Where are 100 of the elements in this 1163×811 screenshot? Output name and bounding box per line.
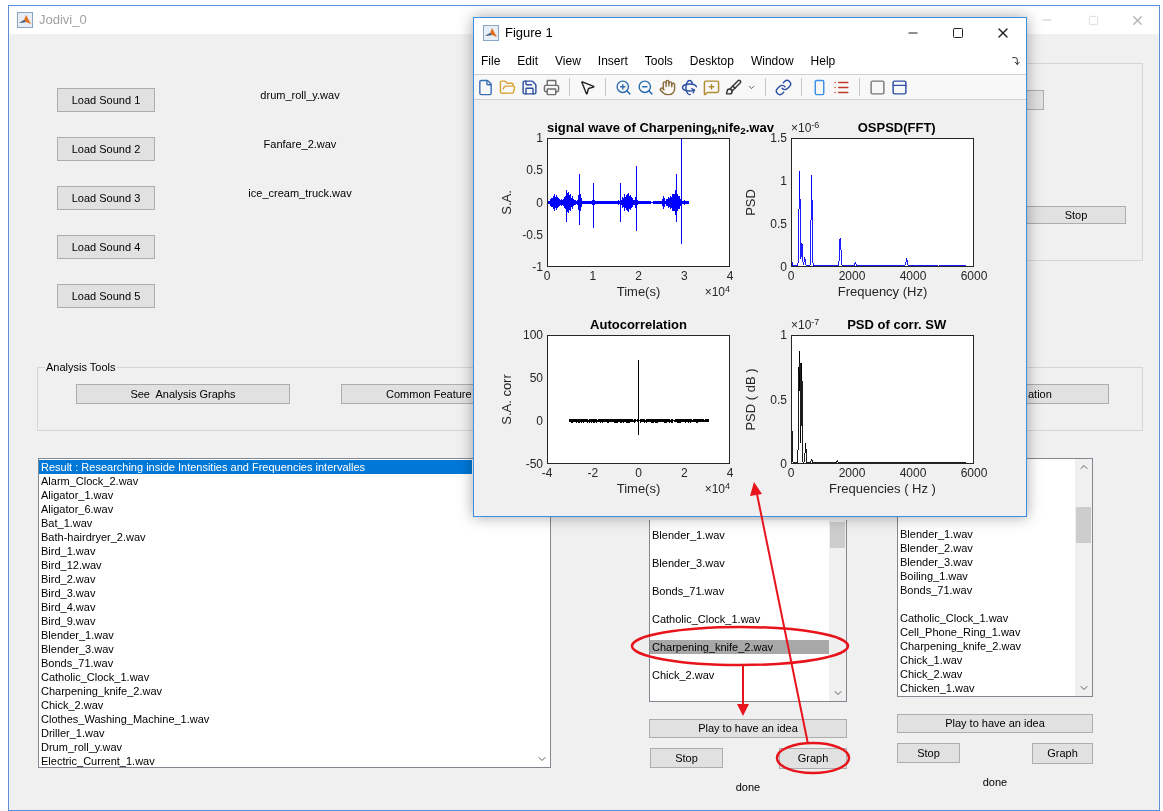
rotate-icon[interactable]	[681, 78, 698, 96]
menu-item[interactable]: Insert	[597, 52, 628, 70]
list-item[interactable]: Blender_3.wav	[650, 556, 829, 570]
list-item[interactable]: Aligator_1.wav	[39, 488, 472, 502]
list-item[interactable]: Electric_Current_1.wav	[39, 754, 472, 768]
data-tip-icon[interactable]	[703, 78, 720, 96]
tool-button[interactable]: Common Feature	[341, 384, 474, 404]
list-item[interactable]: Bird_2.wav	[39, 572, 472, 586]
list-item[interactable]: Drum_roll_y.wav	[39, 740, 472, 754]
scrollbar[interactable]	[829, 520, 846, 701]
list-item[interactable]: Blender_3.wav	[39, 642, 472, 656]
list-item[interactable]: Charpening_knife_2.wav	[650, 640, 829, 654]
list-item[interactable]: Charpening_knife_2.wav	[898, 639, 1075, 653]
link-icon[interactable]	[775, 78, 792, 96]
zoom-out-icon[interactable]	[637, 78, 654, 96]
list-item[interactable]: Blender_1.wav	[39, 628, 472, 642]
app-logo-icon	[483, 25, 499, 41]
panel-icon[interactable]	[891, 78, 908, 96]
tick-label: 0	[634, 466, 643, 480]
menu-item[interactable]: File	[481, 52, 501, 70]
axis-label: PSD	[742, 189, 758, 216]
load-button[interactable]: Load Sound 4	[57, 235, 155, 259]
tick-label: 3	[679, 269, 689, 283]
list-item[interactable]: Driller_1.wav	[39, 726, 472, 740]
list-box[interactable]	[38, 458, 551, 768]
graph-button[interactable]: Graph	[1032, 743, 1093, 764]
axis-exponent: ×10$^{4}$	[704, 285, 730, 299]
graph-button[interactable]: Graph	[779, 748, 847, 769]
menu-item[interactable]: Edit	[517, 52, 539, 70]
tick-label: -1	[532, 260, 543, 274]
tick-label: 2	[679, 466, 689, 480]
stop-button[interactable]: Stop	[650, 748, 723, 768]
list-item[interactable]: Blender_2.wav	[898, 541, 1075, 555]
list-item[interactable]: Bird_3.wav	[39, 586, 472, 600]
pointer-icon[interactable]	[579, 78, 596, 96]
list-item[interactable]: Bonds_71.wav	[650, 584, 829, 598]
window-title: Jodivi_0	[39, 11, 87, 30]
list-item[interactable]: Catholic_Clock_1.wav	[39, 670, 472, 684]
list-item[interactable]: Catholic_Clock_1.wav	[650, 612, 829, 626]
list-item[interactable]: Bath-hairdryer_2.wav	[39, 530, 472, 544]
list-item[interactable]: Charpening_knife_2.wav	[39, 684, 472, 698]
hand-icon[interactable]	[659, 78, 676, 96]
play-button[interactable]: Play to have an idea	[897, 714, 1093, 733]
save-icon[interactable]	[521, 78, 538, 96]
new-file-icon[interactable]	[477, 78, 494, 96]
axis-exponent: ×10$^{-7}$	[791, 318, 820, 332]
list-item[interactable]: Chick_1.wav	[898, 653, 1075, 667]
zoom-in-icon[interactable]	[615, 78, 632, 96]
scrollbar[interactable]	[1075, 459, 1092, 696]
list-item[interactable]: Bird_4.wav	[39, 600, 472, 614]
menu-item[interactable]: Help	[810, 52, 836, 70]
load-button[interactable]: Load Sound 3	[57, 186, 155, 210]
list-item[interactable]: Bat_1.wav	[39, 516, 472, 530]
list-item[interactable]: Bonds_71.wav	[898, 583, 1075, 597]
list-item[interactable]: Blender_3.wav	[898, 555, 1075, 569]
plot-title: OSPSD(FFT)	[857, 120, 936, 135]
list-item[interactable]: Blender_1.wav	[898, 527, 1075, 541]
load-button[interactable]: Load Sound 1	[57, 88, 155, 112]
load-button[interactable]: Load Sound 2	[57, 137, 155, 161]
axis-label: S.A.	[498, 190, 514, 215]
menu-item[interactable]: Desktop	[689, 52, 734, 70]
tick-label: -50	[525, 457, 543, 471]
list-item[interactable]: Bird_12.wav	[39, 558, 472, 572]
folder-icon[interactable]	[499, 78, 516, 96]
maximize-icon[interactable]	[952, 27, 964, 39]
tick-label: 0	[536, 195, 543, 210]
list-item[interactable]: Bird_9.wav	[39, 614, 472, 628]
list-box[interactable]: Blender_1.wav Blender_3.wav Bonds_71.wav Catholic_Clock_1.wav Charpening_knife_2.wav Chick_2.wav	[649, 520, 847, 702]
list-item[interactable]: Catholic_Clock_1.wav	[898, 611, 1075, 625]
list-item[interactable]: Result : Researching inside Intensities and Frequencies intervalles	[39, 460, 472, 474]
play-button[interactable]: Play to have an idea	[649, 719, 847, 738]
tick-label: 1	[536, 131, 543, 145]
tick-label: 1	[780, 328, 787, 342]
stop-button[interactable]: Stop	[1026, 206, 1126, 224]
tick-label: 100	[522, 328, 543, 342]
list-item[interactable]: Chick_2.wav	[39, 698, 472, 712]
list-item[interactable]: Aligator_6.wav	[39, 502, 472, 516]
list-item[interactable]: Blender_1.wav	[650, 528, 829, 542]
list-item[interactable]: Cell_Phone_Ring_1.wav	[898, 625, 1075, 639]
tool-button[interactable]: See Analysis Graphs	[76, 384, 290, 404]
menu-item[interactable]: Window	[750, 52, 794, 70]
list-item[interactable]: Chick_2.wav	[650, 668, 829, 682]
list-item[interactable]: Bonds_71.wav	[39, 656, 472, 670]
scroll-thumb[interactable]	[830, 522, 845, 548]
menu-item[interactable]: Tools	[644, 52, 673, 70]
menu-item[interactable]: View	[555, 52, 581, 70]
brush-icon[interactable]	[725, 78, 742, 96]
list-item[interactable]: Boiling_1.wav	[898, 569, 1075, 583]
list-item[interactable]: Chick_2.wav	[898, 667, 1075, 681]
printer-icon[interactable]	[543, 78, 560, 96]
square-icon[interactable]	[869, 78, 886, 96]
list-item[interactable]: Alarm_Clock_2.wav	[39, 474, 472, 488]
list-item[interactable]: Bird_1.wav	[39, 544, 472, 558]
load-button[interactable]: Load Sound 5	[57, 284, 155, 308]
stop-button[interactable]: Stop	[897, 743, 960, 763]
list-item[interactable]: Chicken_1.wav	[898, 681, 1075, 695]
scroll-thumb[interactable]	[1076, 507, 1091, 543]
list-item[interactable]: Clothes_Washing_Machine_1.wav	[39, 712, 472, 726]
tool-button[interactable]: ation	[1026, 384, 1109, 404]
dock-arrow-icon[interactable]	[1011, 56, 1021, 66]
